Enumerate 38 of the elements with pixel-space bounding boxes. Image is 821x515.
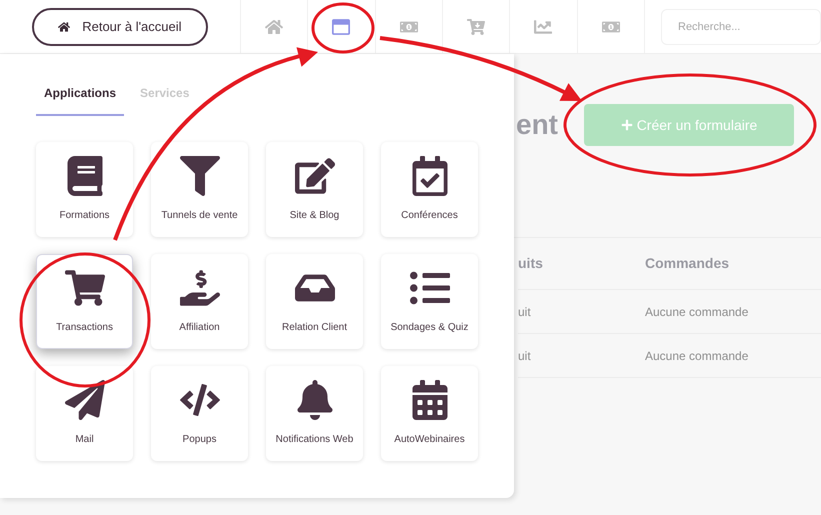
app-tile[interactable]: Relation Client — [266, 254, 363, 349]
menu-tab[interactable]: Applications — [36, 84, 124, 116]
app-tile[interactable]: Tunnels de vente — [151, 142, 248, 237]
app-tile[interactable]: Mail — [36, 366, 133, 461]
hand-money-icon — [180, 268, 220, 308]
app-tile[interactable]: Conférences — [381, 142, 478, 237]
table-cell-text: Aucune commande — [645, 348, 748, 364]
line-chart-icon — [534, 18, 552, 36]
page-heading: ent — [516, 108, 558, 142]
home-icon — [264, 18, 283, 36]
back-button[interactable]: Retour à l'accueil — [32, 8, 208, 46]
app-tile[interactable]: Transactions — [36, 254, 133, 349]
column-header: Commandes — [645, 254, 730, 273]
app-tile[interactable]: Affiliation — [151, 254, 248, 349]
table-cell-text: uit — [518, 348, 532, 364]
app-tile[interactable]: Site & Blog — [266, 142, 363, 237]
plus-icon — [620, 119, 633, 131]
funnel-icon — [180, 156, 220, 196]
bell-icon — [294, 380, 334, 420]
app-tile[interactable]: Popups — [151, 366, 248, 461]
paper-plane-icon — [64, 380, 104, 420]
cart-icon — [467, 18, 486, 36]
home-icon — [58, 20, 70, 32]
calendar-icon — [410, 380, 450, 420]
column-header: uits — [518, 254, 544, 273]
edit-icon — [294, 156, 334, 196]
window-icon — [332, 18, 350, 36]
book-icon — [64, 156, 104, 196]
app-tile[interactable]: Sondages & Quiz — [381, 254, 478, 349]
table-cell-text: uit — [518, 304, 532, 320]
search-field[interactable]: Recherche... — [661, 8, 821, 44]
table-cell-text: Aucune commande — [645, 304, 748, 320]
annotation-ellipse — [312, 2, 374, 54]
app-tile[interactable]: Notifications Web — [266, 366, 363, 461]
cart-icon — [64, 268, 104, 308]
app-tile[interactable]: AutoWebinaires — [381, 366, 478, 461]
app-tile[interactable]: Formations — [36, 142, 133, 237]
calendar-check-icon — [410, 156, 450, 196]
